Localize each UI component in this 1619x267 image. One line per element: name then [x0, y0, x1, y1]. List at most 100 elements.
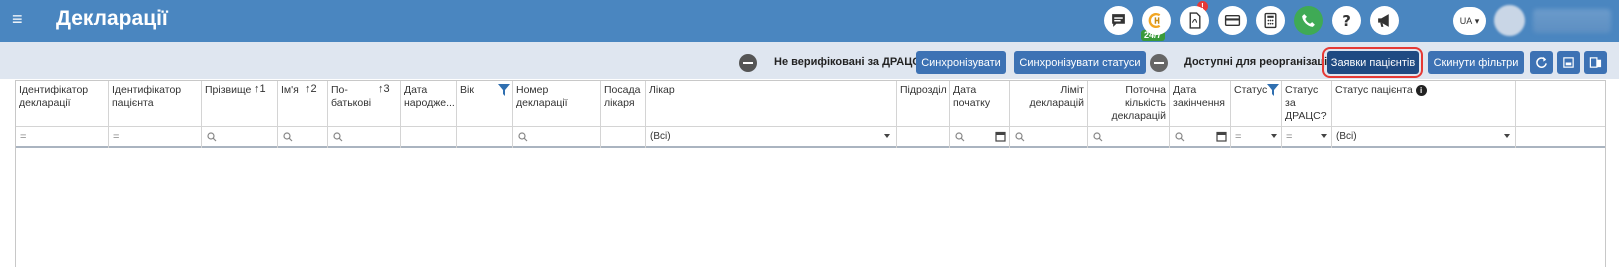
pdf-icon[interactable]	[1180, 6, 1209, 35]
helsi-logo-icon[interactable]	[1142, 6, 1171, 35]
column-header-label: Дата початку	[953, 84, 991, 109]
column-header-label: Ідентифікатор декларації	[19, 84, 89, 109]
filter-cell[interactable]	[897, 127, 950, 148]
filter-cell[interactable]: =	[1231, 127, 1282, 148]
reorg-toggle[interactable]	[1150, 54, 1168, 72]
help-icon[interactable]: ?	[1332, 6, 1361, 35]
column-header[interactable]: Дата закінчення	[1170, 81, 1231, 127]
info-icon[interactable]: i	[1415, 84, 1427, 96]
column-header-label: Ліміт декларацій	[1029, 84, 1084, 109]
column-header-label: По-батькові	[331, 84, 372, 109]
column-header[interactable]: Підрозділ	[897, 81, 950, 127]
filter-cell[interactable]	[950, 127, 1010, 148]
filter-cell[interactable]	[1170, 127, 1231, 148]
filter-funnel-icon[interactable]	[1267, 84, 1279, 96]
filter-cell[interactable]	[1088, 127, 1170, 148]
sort-order: 1	[259, 83, 266, 95]
filter-cell[interactable]	[457, 127, 513, 148]
search-icon	[1093, 132, 1103, 142]
column-header[interactable]: Статус пацієнта i	[1332, 81, 1516, 127]
sync-statuses-button[interactable]: Синхронізувати статуси	[1014, 51, 1146, 74]
language-selector[interactable]: UA ▾	[1453, 7, 1486, 35]
reset-filters-button[interactable]: Скинути фільтри	[1428, 51, 1524, 74]
column-header[interactable]: Дата початку	[950, 81, 1010, 127]
column-header[interactable]: Номер декларації	[513, 81, 601, 127]
column-header-label: Ім'я	[281, 84, 299, 96]
sort-asc-icon[interactable]: ↑3	[378, 83, 390, 96]
export-icon[interactable]	[1557, 51, 1580, 74]
column-header[interactable]: По-батькові ↑3	[328, 81, 401, 127]
column-header[interactable]: Ідентифікатор декларації	[16, 81, 109, 127]
payment-card-icon[interactable]	[1218, 6, 1247, 35]
filter-cell[interactable]: =	[1282, 127, 1332, 148]
filter-funnel-icon[interactable]	[498, 84, 510, 96]
search-icon	[518, 132, 528, 142]
filter-cell[interactable]: =	[16, 127, 109, 148]
column-header[interactable]: Ідентифікатор пацієнта	[109, 81, 202, 127]
filter-operator: =	[113, 131, 120, 143]
sort-asc-icon[interactable]: ↑1	[254, 83, 266, 96]
filter-value: (Всі)	[650, 131, 671, 142]
filter-operator: =	[1286, 131, 1293, 143]
chat-support-icon[interactable]	[1104, 6, 1133, 35]
column-header[interactable]: Поточна кількість декларацій	[1088, 81, 1170, 127]
user-name-blurred[interactable]	[1533, 9, 1611, 33]
sync-button[interactable]: Синхронізувати	[916, 51, 1006, 74]
sort-asc-icon[interactable]: ↑2	[305, 83, 317, 96]
column-chooser-icon[interactable]	[1584, 51, 1607, 74]
column-header-label: Ідентифікатор пацієнта	[112, 84, 182, 109]
reorg-label: Доступні для реорганізаці	[1184, 56, 1328, 68]
column-header-label: Дата закінчення	[1173, 84, 1225, 109]
column-header[interactable]: Ім'я ↑2	[278, 81, 328, 127]
language-label: UA	[1459, 16, 1473, 26]
column-header-label: Статус пацієнта	[1335, 84, 1413, 96]
filter-cell-patient-status[interactable]: (Всі)	[1332, 127, 1516, 148]
announcement-icon[interactable]	[1370, 6, 1399, 35]
dropdown-arrow-icon	[1271, 134, 1277, 138]
filter-cell-doctor[interactable]: (Всі)	[646, 127, 897, 148]
column-header-label: Підрозділ	[900, 84, 947, 96]
column-header-label: Лікар	[649, 84, 675, 96]
column-header[interactable]: Прізвище ↑1	[202, 81, 278, 127]
filter-cell[interactable]	[601, 127, 646, 148]
filter-cell[interactable]	[328, 127, 401, 148]
filter-cell[interactable]	[278, 127, 328, 148]
column-header[interactable]: Статус	[1231, 81, 1282, 127]
dropdown-arrow-icon	[1504, 134, 1510, 138]
calendar-icon[interactable]	[995, 131, 1006, 142]
column-header[interactable]: Дата народже...	[401, 81, 457, 127]
sort-order: 3	[383, 83, 390, 95]
filter-cell[interactable]	[513, 127, 601, 148]
filter-cell[interactable]	[202, 127, 278, 148]
sort-order: 2	[310, 83, 317, 95]
search-icon	[207, 132, 217, 142]
filter-cell[interactable]	[1010, 127, 1088, 148]
patient-requests-highlight	[1322, 47, 1423, 78]
calendar-icon[interactable]	[1216, 131, 1227, 142]
filter-operator: =	[20, 131, 27, 143]
search-icon	[1175, 132, 1185, 142]
column-header[interactable]: Вік	[457, 81, 513, 127]
filter-cell[interactable]	[401, 127, 457, 148]
column-header[interactable]: Ліміт декларацій	[1010, 81, 1088, 127]
column-header[interactable]: Статус за ДРАЦС?	[1282, 81, 1332, 127]
dropdown-arrow-icon	[884, 134, 890, 138]
column-header-label: Номер декларації	[516, 84, 568, 109]
column-header[interactable]: Лікар	[646, 81, 897, 127]
unverified-toggle[interactable]	[739, 54, 757, 72]
table-filter-row: = = (Всі) = = (Всі)	[16, 127, 1605, 148]
phone-icon[interactable]	[1294, 6, 1323, 35]
calculator-icon[interactable]	[1256, 6, 1285, 35]
menu-icon[interactable]: ≡	[12, 10, 28, 28]
avatar[interactable]	[1494, 5, 1525, 36]
column-header[interactable]: Посада лікаря	[601, 81, 646, 127]
filter-cell[interactable]: =	[109, 127, 202, 148]
column-header-empty	[1516, 81, 1605, 127]
dropdown-arrow-icon	[1321, 134, 1327, 138]
filter-cell-empty	[1516, 127, 1605, 148]
svg-text:?: ?	[1342, 12, 1351, 29]
filter-operator: =	[1235, 131, 1242, 143]
column-header-label: Прізвище	[205, 84, 252, 96]
refresh-icon[interactable]	[1530, 51, 1553, 74]
column-header-label: Статус	[1234, 84, 1268, 96]
